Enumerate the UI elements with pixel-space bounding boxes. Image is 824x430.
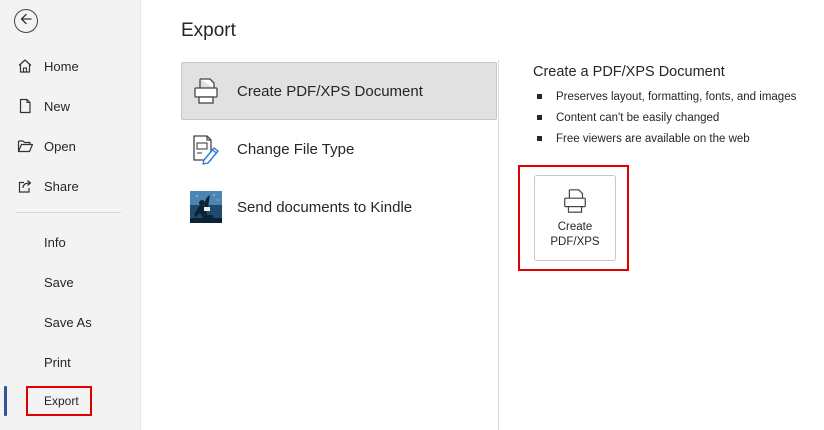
option-create-pdf-xps[interactable]: Create PDF/XPS Document [181, 62, 497, 120]
backstage-sidebar: Home New Open Share Info Save Save As Pr… [0, 0, 141, 430]
sidebar-item-save-as[interactable]: Save As [0, 305, 141, 339]
sidebar-item-label: Save [44, 274, 74, 290]
bullet-icon [537, 115, 542, 120]
option-detail: Create a PDF/XPS Document Preserves layo… [533, 64, 823, 149]
option-label: Create PDF/XPS Document [237, 82, 423, 100]
create-pdf-highlight-box: Create PDF/XPS [518, 165, 629, 271]
pane-divider [498, 60, 499, 430]
sidebar-item-print[interactable]: Print [0, 345, 141, 379]
detail-bullets: Preserves layout, formatting, fonts, and… [533, 86, 823, 149]
sidebar-item-label: Open [44, 138, 76, 154]
sidebar-item-new[interactable]: New [0, 89, 141, 123]
kindle-reader-icon [188, 189, 224, 225]
bullet-icon [537, 94, 542, 99]
sidebar-item-label: Share [44, 178, 79, 194]
back-arrow-icon [19, 12, 33, 31]
sidebar-item-label: Save As [44, 314, 92, 330]
bullet-icon [537, 136, 542, 141]
export-pane: Export Create PDF/XPS Document Change Fi… [141, 0, 824, 430]
back-button[interactable] [14, 9, 38, 33]
option-send-to-kindle[interactable]: Send documents to Kindle [181, 178, 497, 236]
pdf-document-icon [188, 73, 224, 109]
list-item: Preserves layout, formatting, fonts, and… [533, 86, 823, 107]
share-icon [16, 177, 34, 195]
change-file-type-icon [188, 131, 224, 167]
sidebar-divider [16, 212, 121, 213]
sidebar-item-label: Info [44, 234, 66, 250]
option-label: Send documents to Kindle [237, 198, 413, 216]
list-item: Free viewers are available on the web [533, 128, 823, 149]
sidebar-item-save[interactable]: Save [0, 265, 141, 299]
sidebar-item-open[interactable]: Open [0, 129, 141, 163]
open-folder-icon [16, 137, 34, 155]
detail-title: Create a PDF/XPS Document [533, 64, 725, 80]
create-button-label: Create PDF/XPS [550, 221, 600, 248]
sidebar-item-label: Home [44, 58, 79, 74]
new-document-icon [16, 97, 34, 115]
sidebar-item-label: New [44, 98, 71, 114]
sidebar-item-share[interactable]: Share [0, 169, 141, 203]
sidebar-item-label: Print [44, 354, 71, 370]
export-highlight-box [26, 386, 92, 416]
home-icon [16, 57, 34, 75]
option-label: Change File Type [237, 140, 355, 158]
create-pdf-xps-button[interactable]: Create PDF/XPS [534, 175, 616, 261]
option-change-file-type[interactable]: Change File Type [181, 120, 497, 178]
list-item: Content can't be easily changed [533, 107, 823, 128]
pdf-document-icon [560, 186, 590, 216]
sidebar-item-home[interactable]: Home [0, 49, 141, 83]
page-title: Export [181, 20, 236, 41]
sidebar-item-info[interactable]: Info [0, 225, 141, 259]
